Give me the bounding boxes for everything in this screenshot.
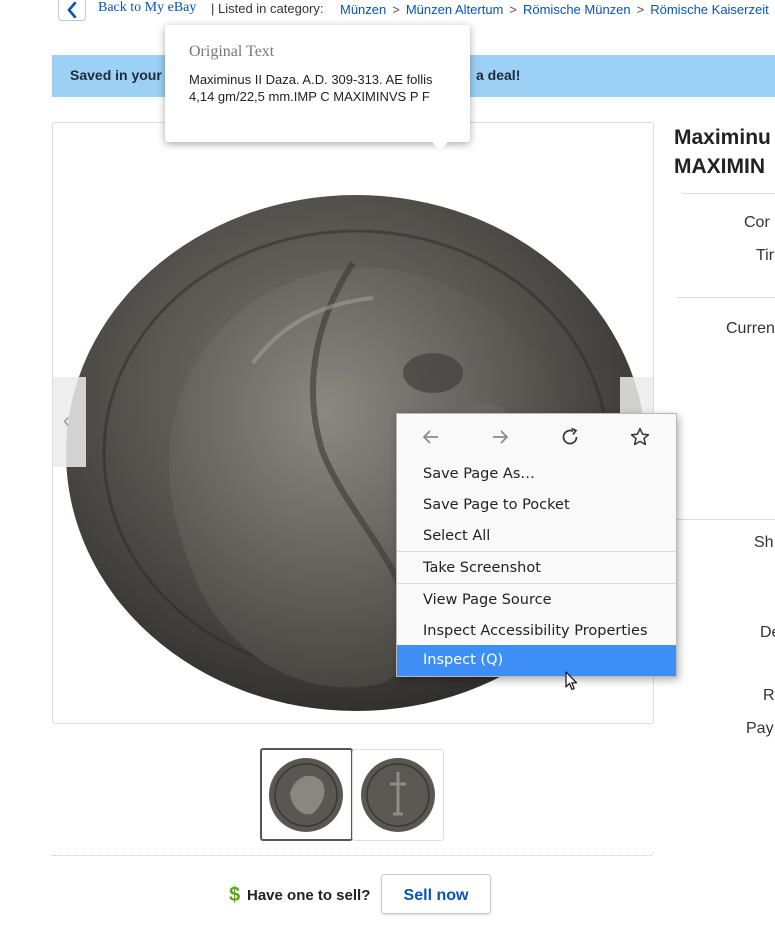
divider bbox=[682, 193, 775, 194]
coin-obverse-thumbnail bbox=[269, 758, 343, 832]
chevron-left-icon: ‹ bbox=[63, 410, 70, 432]
menu-item-view-page-source[interactable]: View Page Source bbox=[397, 585, 676, 616]
mouse-cursor-icon bbox=[565, 671, 578, 691]
breadcrumb-item[interactable]: Münzen bbox=[340, 2, 386, 17]
breadcrumb-item[interactable]: Römische Münzen bbox=[523, 2, 631, 17]
banner-text-left: Saved in your bbox=[70, 67, 162, 83]
menu-separator bbox=[397, 551, 676, 552]
menu-item-take-screenshot[interactable]: Take Screenshot bbox=[397, 553, 676, 584]
sell-now-button[interactable]: Sell now bbox=[381, 874, 491, 914]
bookmark-star-icon[interactable] bbox=[629, 426, 651, 448]
menu-item-save-to-pocket[interactable]: Save Page to Pocket bbox=[397, 490, 676, 521]
context-menu-navigation bbox=[397, 414, 676, 458]
menu-item-select-all[interactable]: Select All bbox=[397, 521, 676, 552]
coin-reverse-thumbnail bbox=[361, 758, 435, 832]
tooltip-body: Maximinus II Daza. A.D. 309-313. AE foll… bbox=[189, 72, 433, 104]
have-one-to-sell-text: Have one to sell? bbox=[247, 887, 371, 904]
back-button[interactable] bbox=[58, 0, 86, 21]
divider bbox=[676, 297, 775, 298]
prev-image-button[interactable]: ‹ bbox=[53, 377, 86, 467]
back-to-my-ebay-link[interactable]: Back to My eBay bbox=[98, 0, 196, 16]
payments-label: Pay bbox=[746, 720, 774, 737]
tooltip-title: Original Text bbox=[189, 43, 275, 60]
chevron-left-icon bbox=[67, 2, 77, 18]
breadcrumb: Münzen > Münzen Altertum > Römische Münzen > R… bbox=[340, 2, 769, 17]
time-left-label: Tir bbox=[756, 247, 775, 264]
breadcrumb-item[interactable]: Römische Kaiserzeit bbox=[650, 2, 769, 17]
banner-text-right: a deal! bbox=[476, 67, 521, 83]
original-text-tooltip: Original Text Maximinus II Daza. A.D. 30… bbox=[165, 25, 470, 150]
dollar-icon: $ bbox=[229, 884, 241, 906]
current-bid-label: Curren bbox=[726, 320, 775, 337]
thumbnail-obverse[interactable] bbox=[260, 748, 353, 841]
returns-label: R bbox=[763, 687, 775, 704]
forward-arrow-icon[interactable] bbox=[489, 426, 511, 448]
delivery-label: De bbox=[760, 624, 775, 641]
reload-icon[interactable] bbox=[559, 426, 581, 448]
context-menu: Save Page As… Save Page to Pocket Select… bbox=[396, 413, 677, 677]
divider bbox=[52, 855, 652, 856]
divider bbox=[676, 519, 775, 520]
thumbnail-reverse[interactable] bbox=[352, 749, 444, 841]
menu-item-inspect[interactable]: Inspect (Q) bbox=[397, 645, 676, 676]
shipping-label: Sh bbox=[754, 534, 774, 551]
menu-separator bbox=[397, 583, 676, 584]
item-title: Maximinu MAXIMIN bbox=[674, 126, 771, 178]
back-arrow-icon[interactable] bbox=[420, 426, 442, 448]
breadcrumb-item[interactable]: Münzen Altertum bbox=[406, 2, 504, 17]
menu-item-inspect-accessibility[interactable]: Inspect Accessibility Properties bbox=[397, 616, 676, 647]
menu-item-save-page-as[interactable]: Save Page As… bbox=[397, 459, 676, 490]
condition-label: Cor bbox=[744, 214, 770, 231]
listed-in-category-label: | Listed in category: bbox=[211, 1, 324, 16]
